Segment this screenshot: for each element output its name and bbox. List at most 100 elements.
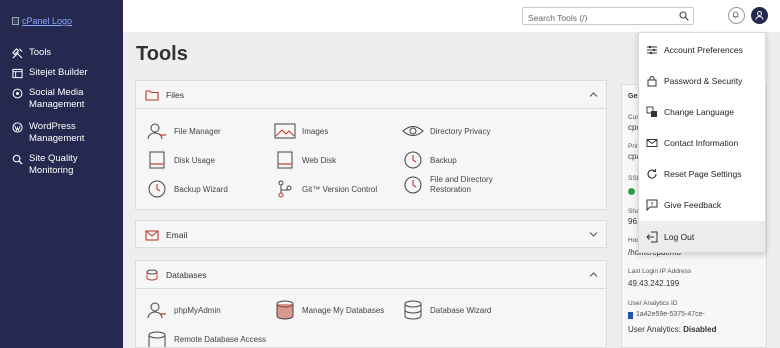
feedback-icon	[646, 199, 658, 211]
sitejet-icon	[12, 68, 23, 79]
chevron-down-icon[interactable]	[589, 231, 598, 238]
tool-label: Directory Privacy	[430, 126, 491, 136]
email-panel-title: Email	[166, 230, 188, 240]
email-panel: Email	[135, 220, 607, 248]
tool-remote-database-access[interactable]: Remote Database Access	[146, 329, 266, 348]
user-menu-button[interactable]	[751, 7, 768, 24]
restoration-icon	[404, 176, 422, 194]
chevron-up-icon[interactable]	[589, 271, 598, 278]
bell-icon	[732, 11, 739, 19]
logout-icon	[646, 231, 658, 242]
page-title: Tools	[136, 43, 188, 65]
sidebar-item-site-quality[interactable]: Site Quality Monitoring	[12, 153, 120, 177]
tool-label: phpMyAdmin	[174, 305, 221, 315]
tool-backup[interactable]: Backup	[402, 150, 457, 170]
menu-item-label: Change Language	[664, 106, 734, 117]
menu-item-label: Password & Security	[664, 75, 743, 86]
files-panel-title: Files	[166, 90, 184, 100]
menu-item-log-out[interactable]: Log Out	[639, 221, 765, 252]
analytics-status-label: User Analytics:	[628, 325, 681, 334]
menu-item-password-security[interactable]: Password & Security	[639, 65, 765, 96]
sidebar-item-social-media[interactable]: Social Media Management	[12, 87, 120, 111]
tool-label: File and Directory Restoration	[430, 175, 493, 194]
menu-item-reset-page-settings[interactable]: Reset Page Settings	[639, 158, 765, 189]
user-icon	[755, 11, 764, 20]
sliders-icon	[647, 45, 657, 54]
eye-icon	[402, 126, 424, 136]
menu-item-account-preferences[interactable]: Account Preferences	[639, 34, 765, 65]
top-header	[123, 0, 780, 32]
tool-file-directory-restoration[interactable]: File and Directory Restoration	[402, 175, 512, 195]
file-manager-icon	[147, 123, 166, 140]
sidebar-item-label: Social Media Management	[29, 87, 85, 110]
chevron-up-icon[interactable]	[589, 91, 598, 98]
tool-disk-usage[interactable]: Disk Usage	[146, 150, 215, 170]
manage-databases-icon	[276, 300, 294, 320]
menu-item-label: Account Preferences	[664, 44, 743, 55]
sidebar-item-tools[interactable]: Tools	[12, 47, 120, 59]
folder-icon	[145, 90, 159, 101]
sidebar-item-wordpress[interactable]: WordPress Management	[12, 121, 120, 145]
social-media-icon	[12, 88, 23, 99]
tool-phpmyadmin[interactable]: phpMyAdmin	[146, 300, 221, 320]
tool-web-disk[interactable]: Web Disk	[274, 150, 336, 170]
tool-label: Manage My Databases	[302, 305, 385, 315]
databases-panel-header[interactable]: Databases	[136, 261, 606, 289]
tool-label: Images	[302, 126, 329, 136]
remote-database-icon	[148, 331, 166, 347]
menu-item-give-feedback[interactable]: Give Feedback	[639, 189, 765, 220]
database-icon	[146, 269, 158, 281]
backup-wizard-icon	[148, 180, 166, 198]
tool-label: Git™ Version Control	[302, 184, 378, 194]
tool-label: Web Disk	[302, 155, 337, 165]
sidebar-item-sitejet[interactable]: Sitejet Builder	[12, 67, 120, 79]
sidebar-item-label: Tools	[29, 47, 52, 58]
tool-images[interactable]: Images	[274, 121, 328, 141]
phpmyadmin-icon	[147, 302, 166, 319]
tool-label: File Manager	[174, 126, 221, 136]
analytics-id-label: User Analytics ID	[628, 300, 678, 307]
cpanel-logo[interactable]: cPanel Logo	[12, 16, 72, 26]
lock-icon	[647, 75, 657, 86]
tool-label: Remote Database Access	[174, 334, 267, 344]
analytics-id-value: 1a42e59e-5375-47ce-	[636, 311, 705, 318]
tool-file-manager[interactable]: File Manager	[146, 121, 221, 141]
tools-icon	[12, 48, 23, 59]
user-dropdown-menu: Account Preferences Password & Security …	[638, 32, 766, 253]
menu-item-label: Give Feedback	[664, 199, 722, 210]
search-box	[522, 7, 694, 26]
email-panel-header[interactable]: Email	[136, 221, 606, 249]
databases-panel-title: Databases	[166, 270, 207, 280]
wordpress-icon	[12, 122, 23, 133]
tool-directory-privacy[interactable]: Directory Privacy	[402, 121, 490, 141]
tool-backup-wizard[interactable]: Backup Wizard	[146, 179, 228, 199]
broken-image-icon	[12, 17, 19, 25]
notifications-button[interactable]	[728, 7, 745, 24]
tool-label: Backup Wizard	[174, 184, 228, 194]
images-icon	[274, 123, 296, 139]
copy-icon[interactable]	[628, 312, 633, 319]
tool-label: Disk Usage	[174, 155, 215, 165]
tool-manage-my-databases[interactable]: Manage My Databases	[274, 300, 384, 320]
backup-icon	[404, 151, 422, 169]
sidebar-item-label: Sitejet Builder	[29, 67, 88, 78]
tool-git-version-control[interactable]: Git™ Version Control	[274, 179, 377, 199]
disk-usage-icon	[149, 151, 165, 169]
database-wizard-icon	[404, 300, 422, 320]
menu-item-label: Log Out	[664, 231, 695, 242]
files-panel-header[interactable]: Files	[136, 81, 606, 109]
search-icon[interactable]	[679, 11, 689, 21]
check-icon	[628, 188, 635, 195]
menu-item-label: Contact Information	[664, 137, 739, 148]
search-input[interactable]	[523, 10, 673, 26]
menu-item-contact-information[interactable]: Contact Information	[639, 127, 765, 158]
reset-icon	[647, 168, 657, 179]
last-login-label: Last Login IP Address	[628, 268, 692, 275]
envelope-icon	[145, 230, 159, 241]
analytics-status: User Analytics: Disabled	[628, 325, 716, 334]
tool-label: Database Wizard	[430, 305, 492, 315]
sidebar-item-label: WordPress Management	[29, 121, 85, 144]
menu-item-label: Reset Page Settings	[664, 168, 742, 179]
tool-database-wizard[interactable]: Database Wizard	[402, 300, 491, 320]
menu-item-change-language[interactable]: Change Language	[639, 96, 765, 127]
